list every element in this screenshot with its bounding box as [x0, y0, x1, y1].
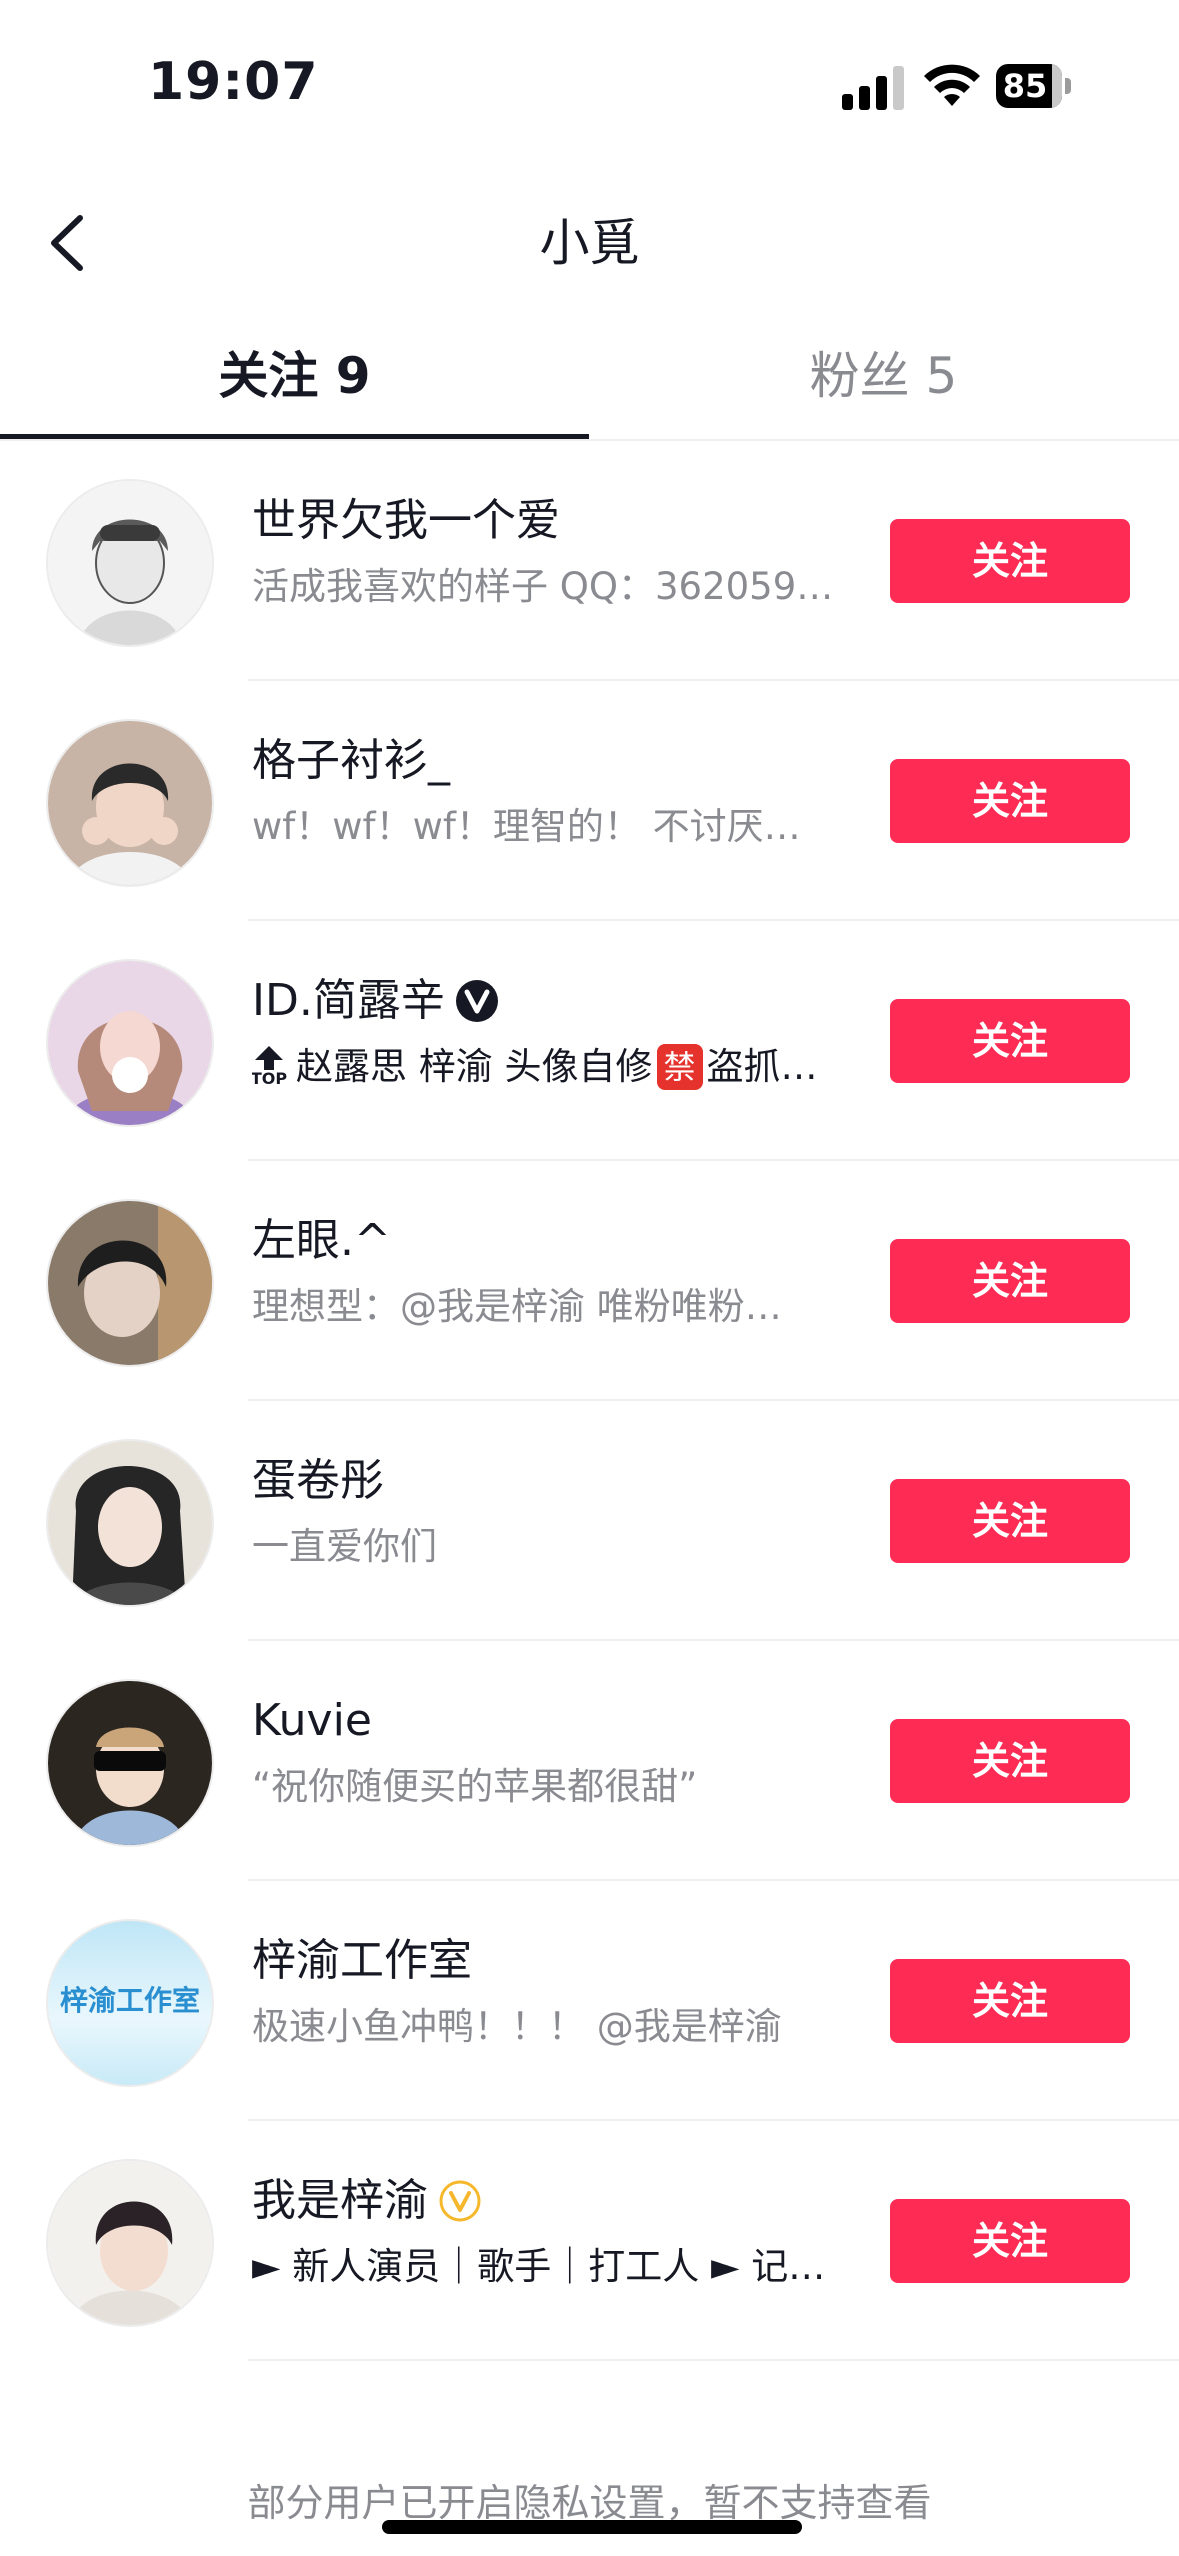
- avatar[interactable]: [46, 1679, 214, 1847]
- following-list: 世界欠我一个爱 活成我喜欢的样子 QQ：362059… 关注 格子衬衫_ wf！…: [0, 441, 1179, 2361]
- user-bio: “祝你随便买的苹果都很甜”: [252, 1765, 698, 1808]
- tab-following[interactable]: 关注 9: [0, 340, 589, 412]
- list-item[interactable]: 世界欠我一个爱 活成我喜欢的样子 QQ：362059… 关注: [0, 441, 1179, 681]
- tab-fans[interactable]: 粉丝 5: [589, 340, 1178, 412]
- follow-button[interactable]: 关注: [890, 2199, 1130, 2283]
- avatar[interactable]: [46, 1439, 214, 1607]
- home-indicator[interactable]: [382, 2520, 802, 2534]
- user-name: Kuvie: [252, 1695, 372, 1746]
- follow-button[interactable]: 关注: [890, 519, 1130, 603]
- user-bio: 一直爱你们: [252, 1525, 437, 1568]
- user-name: 左眼.^: [252, 1215, 391, 1266]
- verified-v-icon: [455, 980, 498, 1022]
- avatar[interactable]: [46, 719, 214, 887]
- avatar[interactable]: [46, 1199, 214, 1367]
- top-arrow-icon: TOP: [252, 1046, 288, 1088]
- follow-button[interactable]: 关注: [890, 1239, 1130, 1323]
- list-item[interactable]: Kuvie “祝你随便买的苹果都很甜” 关注: [0, 1641, 1179, 1881]
- cellular-signal-icon: [842, 66, 904, 110]
- user-bio: TOP 赵露思 梓渝 头像自修 禁 盗抓…: [252, 1044, 818, 1090]
- avatar[interactable]: [46, 2159, 214, 2327]
- avatar[interactable]: 梓渝工作室: [46, 1919, 214, 2087]
- list-item[interactable]: 梓渝工作室 梓渝工作室 极速小鱼冲鸭！！！ @我是梓渝 关注: [0, 1881, 1179, 2121]
- user-bio: 活成我喜欢的样子 QQ：362059…: [252, 565, 834, 608]
- avatar[interactable]: [46, 959, 214, 1127]
- page-title: 小覓: [539, 214, 640, 272]
- user-name: 格子衬衫_: [252, 735, 450, 786]
- ban-emoji-icon: 禁: [656, 1044, 703, 1090]
- user-name: ID.简露辛: [252, 969, 499, 1033]
- top-label: TOP: [252, 1069, 288, 1088]
- avatar-logo-text: 梓渝工作室: [59, 1984, 200, 2017]
- list-item[interactable]: 蛋卷彤 一直爱你们 关注: [0, 1401, 1179, 1641]
- list-item[interactable]: ID.简露辛 TOP 赵露思 梓渝 头像自修 禁 盗抓… 关注: [0, 921, 1179, 1161]
- user-bio: ► 新人演员｜歌手｜打工人 ► 记…: [252, 2245, 826, 2288]
- user-name: 我是梓渝: [252, 2169, 482, 2233]
- privacy-note: 部分用户已开启隐私设置，暂不支持查看: [247, 2481, 932, 2525]
- battery-icon: 85: [996, 64, 1072, 108]
- follow-button[interactable]: 关注: [890, 1479, 1130, 1563]
- list-item[interactable]: 格子衬衫_ wf！wf！wf！理智的！ 不讨厌… 关注: [0, 681, 1179, 921]
- list-item[interactable]: 我是梓渝 ► 新人演员｜歌手｜打工人 ► 记… 关注: [0, 2121, 1179, 2361]
- user-name: 蛋卷彤: [252, 1455, 384, 1506]
- user-name: 世界欠我一个爱: [252, 495, 560, 546]
- follow-button[interactable]: 关注: [890, 759, 1130, 843]
- user-name: 梓渝工作室: [252, 1935, 472, 1986]
- battery-level: 85: [1002, 67, 1048, 105]
- follow-button[interactable]: 关注: [890, 1719, 1130, 1803]
- follow-button[interactable]: 关注: [890, 1959, 1130, 2043]
- user-bio: 理想型：@我是梓渝 唯粉唯粉…: [252, 1285, 782, 1328]
- user-bio: 极速小鱼冲鸭！！！ @我是梓渝: [252, 2005, 782, 2048]
- user-bio: wf！wf！wf！理智的！ 不讨厌…: [252, 805, 801, 848]
- wifi-icon: [924, 64, 980, 106]
- status-time: 19:07: [148, 52, 319, 112]
- list-item[interactable]: 左眼.^ 理想型：@我是梓渝 唯粉唯粉… 关注: [0, 1161, 1179, 1401]
- verified-gold-v-icon: [439, 2180, 481, 2222]
- follow-button[interactable]: 关注: [890, 999, 1130, 1083]
- avatar[interactable]: [46, 479, 214, 647]
- status-bar: 19:07 85: [0, 0, 1179, 170]
